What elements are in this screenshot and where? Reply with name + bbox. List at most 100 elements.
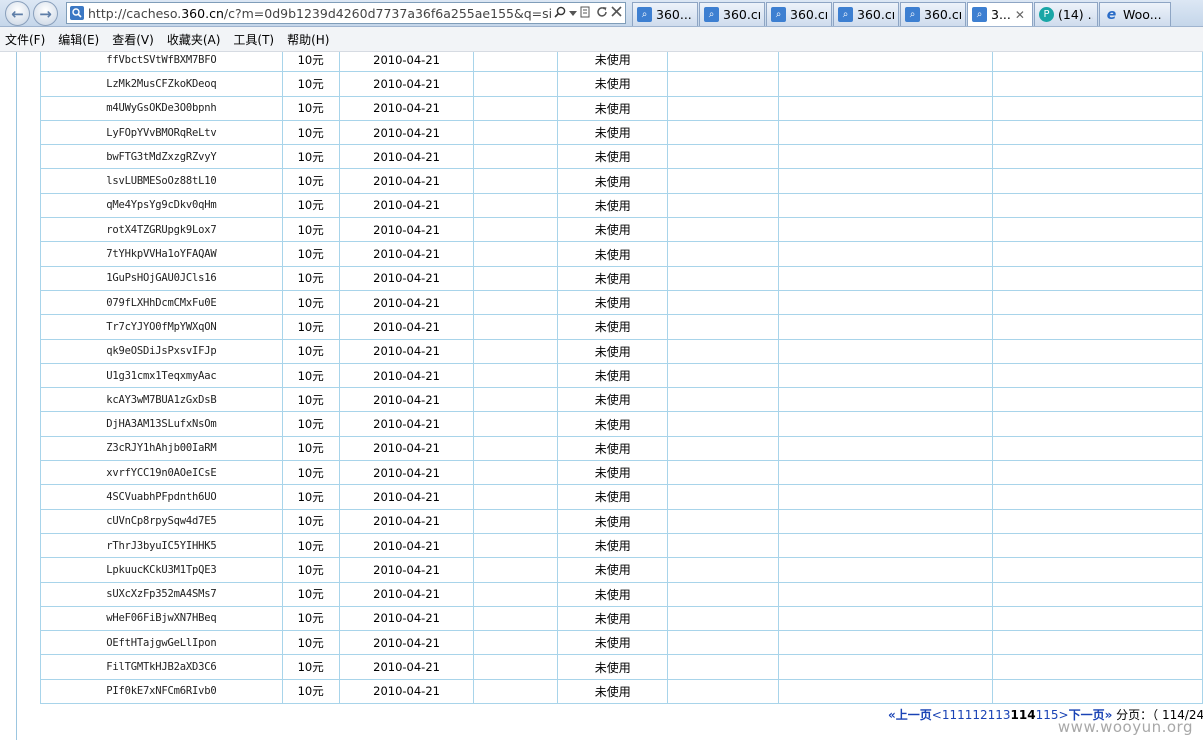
card-status: 未使用 bbox=[557, 605, 669, 632]
back-button[interactable]: ← bbox=[5, 1, 30, 26]
empty-cell bbox=[777, 289, 994, 316]
card-status: 未使用 bbox=[557, 581, 669, 607]
empty-cell bbox=[992, 460, 1203, 486]
tab-6-active[interactable]: ⌕ 3... ✕ bbox=[967, 2, 1033, 26]
empty-cell bbox=[473, 435, 559, 462]
browser-toolbar: ← → http://cacheso.360.cn/c?m=0d9b1239d4… bbox=[0, 0, 1203, 27]
empty-cell bbox=[667, 654, 779, 680]
close-icon[interactable]: ✕ bbox=[1015, 8, 1025, 22]
card-status: 未使用 bbox=[557, 387, 669, 413]
tab-5[interactable]: ⌕ 360.cn bbox=[900, 2, 966, 26]
menu-favorites[interactable]: 收藏夹(A) bbox=[162, 31, 229, 48]
empty-cell bbox=[473, 411, 559, 437]
empty-cell bbox=[992, 241, 1203, 267]
tab-3[interactable]: ⌕ 360.cn bbox=[766, 2, 832, 26]
page-links-before[interactable]: <111112113 bbox=[932, 708, 1011, 722]
empty-cell bbox=[473, 217, 559, 243]
empty-cell bbox=[777, 605, 994, 632]
prev-page-link[interactable]: «上一页 bbox=[888, 708, 932, 722]
compatibility-view-icon[interactable] bbox=[580, 6, 593, 21]
empty-cell bbox=[473, 460, 559, 486]
url-text[interactable]: http://cacheso.360.cn/c?m=0d9b1239d4260d… bbox=[88, 6, 551, 21]
card-code: lsvLUBMESoOz88tL10 bbox=[40, 168, 283, 194]
card-code: OEftHTajgwGeLlIpon bbox=[40, 630, 283, 656]
card-date: 2010-04-21 bbox=[338, 314, 475, 340]
menu-view[interactable]: 查看(V) bbox=[107, 31, 162, 48]
card-status: 未使用 bbox=[557, 678, 669, 705]
tab-2[interactable]: ⌕ 360.cn bbox=[699, 2, 765, 26]
empty-cell bbox=[667, 314, 779, 340]
menu-help[interactable]: 帮助(H) bbox=[282, 31, 337, 48]
card-code: rThrJ3byuIC5YIHHK5 bbox=[40, 532, 283, 559]
menu-tools[interactable]: 工具(T) bbox=[228, 31, 282, 48]
card-amount: 10元 bbox=[281, 362, 340, 389]
search-icon[interactable] bbox=[554, 6, 566, 21]
card-amount: 10元 bbox=[281, 605, 340, 632]
tab-8[interactable]: e Woo... bbox=[1099, 2, 1171, 26]
card-amount: 10元 bbox=[281, 484, 340, 510]
empty-cell bbox=[473, 314, 559, 340]
current-page: 114 bbox=[1010, 708, 1036, 722]
magnifier-icon: ⌕ bbox=[838, 7, 853, 22]
table-row: wHeF06FiBjwXN7HBeq 10元 2010-04-21 未使用 bbox=[40, 605, 1203, 632]
empty-cell bbox=[992, 95, 1203, 121]
arrow-right-icon: → bbox=[39, 4, 52, 23]
card-status: 未使用 bbox=[557, 168, 669, 194]
table-row: ffVbctSVtWfBXM7BFO 10元 2010-04-21 未使用 bbox=[40, 52, 1203, 73]
table-row: Z3cRJY1hAhjb00IaRM 10元 2010-04-21 未使用 bbox=[40, 435, 1203, 462]
stop-icon[interactable] bbox=[611, 6, 622, 20]
ie-icon: e bbox=[1106, 6, 1117, 23]
table-row: cUVnCp8rpySqw4d7E5 10元 2010-04-21 未使用 bbox=[40, 508, 1203, 534]
empty-cell bbox=[667, 265, 779, 291]
dropdown-icon[interactable] bbox=[569, 6, 577, 20]
card-date: 2010-04-21 bbox=[338, 557, 475, 583]
card-status: 未使用 bbox=[557, 484, 669, 510]
card-amount: 10元 bbox=[281, 532, 340, 559]
tab-1[interactable]: ⌕ 360... bbox=[632, 2, 698, 26]
card-date: 2010-04-21 bbox=[338, 605, 475, 632]
card-status: 未使用 bbox=[557, 630, 669, 656]
empty-cell bbox=[473, 605, 559, 632]
card-code: wHeF06FiBjwXN7HBeq bbox=[40, 605, 283, 632]
empty-cell bbox=[992, 52, 1203, 73]
card-amount: 10元 bbox=[281, 654, 340, 680]
tab-7[interactable]: P (14) ... bbox=[1034, 2, 1098, 26]
empty-cell bbox=[777, 630, 994, 656]
tab-label: 360.cn bbox=[857, 7, 894, 22]
card-code: kcAY3wM7BUA1zGxDsB bbox=[40, 387, 283, 413]
card-status: 未使用 bbox=[557, 508, 669, 534]
card-amount: 10元 bbox=[281, 460, 340, 486]
card-code: LzMk2MusCFZkoKDeoq bbox=[40, 71, 283, 97]
empty-cell bbox=[667, 678, 779, 705]
table-row: 4SCVuabhPFpdnth6UO 10元 2010-04-21 未使用 bbox=[40, 484, 1203, 510]
table-body: ffVbctSVtWfBXM7BFO 10元 2010-04-21 未使用 LzMk2M… bbox=[40, 52, 1203, 705]
menu-file[interactable]: 文件(F) bbox=[0, 31, 53, 48]
empty-cell bbox=[777, 532, 994, 559]
url-domain: 360.cn bbox=[181, 5, 224, 21]
empty-cell bbox=[667, 95, 779, 121]
card-amount: 10元 bbox=[281, 630, 340, 656]
card-status: 未使用 bbox=[557, 71, 669, 97]
card-date: 2010-04-21 bbox=[338, 95, 475, 121]
table-row: 079fLXHhDcmCMxFu0E 10元 2010-04-21 未使用 bbox=[40, 289, 1203, 316]
menu-edit[interactable]: 编辑(E) bbox=[53, 31, 107, 48]
table-row: PIf0kE7xNFCm6RIvb0 10元 2010-04-21 未使用 bbox=[40, 678, 1203, 705]
empty-cell bbox=[777, 387, 994, 413]
card-date: 2010-04-21 bbox=[338, 435, 475, 462]
empty-cell bbox=[667, 484, 779, 510]
tab-4[interactable]: ⌕ 360.cn bbox=[833, 2, 899, 26]
address-bar[interactable]: http://cacheso.360.cn/c?m=0d9b1239d4260d… bbox=[66, 2, 626, 24]
table-row: rThrJ3byuIC5YIHHK5 10元 2010-04-21 未使用 bbox=[40, 532, 1203, 559]
card-code: Tr7cYJYO0fMpYWXqON bbox=[40, 314, 283, 340]
card-status: 未使用 bbox=[557, 241, 669, 267]
empty-cell bbox=[777, 168, 994, 194]
empty-cell bbox=[777, 411, 994, 437]
empty-cell bbox=[473, 338, 559, 364]
forward-button[interactable]: → bbox=[33, 1, 58, 26]
refresh-icon[interactable] bbox=[596, 6, 608, 21]
magnifier-icon: ⌕ bbox=[905, 7, 920, 22]
card-date: 2010-04-21 bbox=[338, 338, 475, 364]
table-row: bwFTG3tMdZxzgRZvyY 10元 2010-04-21 未使用 bbox=[40, 144, 1203, 170]
empty-cell bbox=[667, 557, 779, 583]
card-code: 4SCVuabhPFpdnth6UO bbox=[40, 484, 283, 510]
